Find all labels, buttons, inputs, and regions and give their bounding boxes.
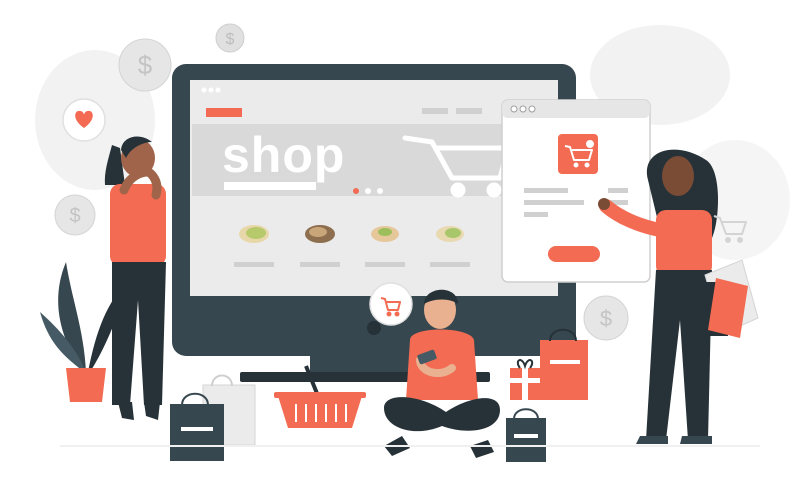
nav-link bbox=[456, 108, 482, 114]
product-popup-window bbox=[501, 99, 651, 283]
svg-text:$: $ bbox=[600, 306, 612, 331]
product-image bbox=[558, 134, 598, 174]
peanut-icon bbox=[371, 226, 399, 242]
pants bbox=[112, 262, 166, 405]
svg-text:$: $ bbox=[226, 31, 235, 48]
online-shopping-illustration: $ $ $ $ shop bbox=[35, 23, 790, 462]
shopping-bags-left bbox=[170, 374, 256, 461]
cart-badge bbox=[586, 140, 594, 148]
walnut-icon bbox=[305, 225, 335, 243]
plant-pot bbox=[66, 368, 106, 402]
dollar-icon: $ bbox=[215, 23, 245, 53]
legs bbox=[384, 397, 500, 432]
browser-dots bbox=[510, 105, 536, 113]
pistachio-icon bbox=[239, 225, 269, 243]
hero-underline bbox=[224, 182, 316, 190]
site-logo bbox=[206, 108, 242, 117]
add-to-cart-button[interactable] bbox=[548, 246, 600, 262]
monitor-button bbox=[367, 321, 381, 335]
speech-bubble bbox=[369, 282, 413, 326]
nav-link bbox=[422, 108, 448, 114]
cashew-icon bbox=[436, 226, 464, 242]
dollar-icon: $ bbox=[54, 194, 96, 236]
face bbox=[662, 156, 694, 196]
shirt bbox=[656, 210, 712, 276]
carousel-dots bbox=[353, 188, 383, 194]
browser-dots bbox=[201, 87, 221, 93]
hero-word: shop bbox=[222, 127, 345, 183]
svg-text:$: $ bbox=[69, 205, 80, 227]
dollar-icon: $ bbox=[583, 295, 629, 341]
svg-text:$: $ bbox=[138, 50, 153, 80]
dollar-icon: $ bbox=[118, 38, 172, 92]
